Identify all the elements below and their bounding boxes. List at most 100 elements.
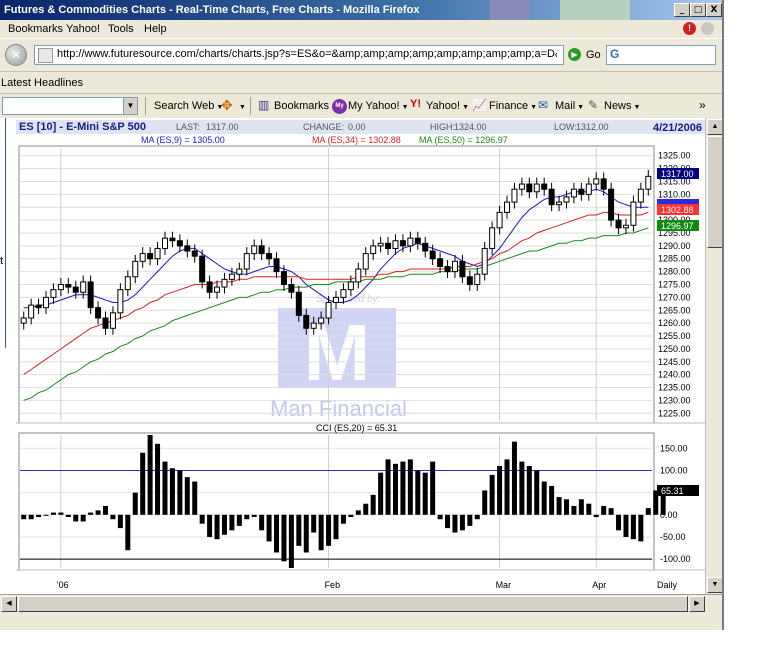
more-chevron-icon[interactable]: »	[699, 98, 706, 112]
cci-tick-label: 150.00	[660, 443, 688, 453]
chevron-down-icon[interactable]: ▼	[123, 97, 138, 115]
scroll-down-icon[interactable]: ▼	[707, 577, 723, 593]
candle-body	[191, 250, 198, 257]
close-button[interactable]: X	[706, 3, 722, 17]
cci-bar	[214, 514, 220, 540]
yahoo-button[interactable]: Yahoo! ▼	[426, 100, 469, 112]
my-yahoo-label: My Yahoo!	[348, 100, 400, 112]
price-tick-label: 1235.00	[658, 383, 691, 393]
cci-title: CCI (ES,20) = 65.31	[316, 423, 397, 433]
cci-bar	[392, 463, 398, 515]
yahoo-search-input[interactable]	[2, 97, 124, 115]
cci-bar	[21, 514, 27, 520]
cci-bar	[259, 514, 265, 531]
price-chart[interactable]: ES [10] - E-Mini S&P 500 LAST: 1317.00 C…	[16, 118, 705, 594]
menu-help[interactable]: Help	[144, 23, 167, 35]
search-engine-icon[interactable]: G	[610, 47, 622, 61]
scroll-up-icon[interactable]: ▲	[707, 119, 723, 135]
cci-bar	[630, 514, 636, 540]
ma9-legend: MA (ES,9) = 1305.00	[141, 135, 225, 145]
ma34-badge-text: 1302.88	[661, 205, 694, 215]
my-yahoo-button[interactable]: My Yahoo! ▼	[348, 100, 409, 112]
window-edge	[722, 0, 724, 630]
date-tick-label: Mar	[496, 580, 512, 590]
cci-bar	[623, 514, 629, 537]
horizontal-scrollbar[interactable]: ◀ ▶	[0, 594, 722, 630]
bookmarks-icon: ▥	[258, 98, 270, 112]
cci-bar	[482, 490, 488, 515]
scroll-h-thumb[interactable]	[18, 596, 688, 612]
candle-body	[370, 245, 377, 255]
yahoo-label: Yahoo!	[426, 100, 461, 112]
minimize-button[interactable]: _	[674, 3, 690, 17]
scroll-thumb[interactable]	[707, 136, 723, 248]
cci-bar	[288, 514, 294, 568]
cci-bar	[445, 514, 451, 529]
cci-bar	[430, 461, 436, 515]
scroll-right-icon[interactable]: ▶	[689, 596, 705, 612]
news-button[interactable]: News ▼	[604, 100, 640, 112]
cci-bar	[296, 514, 302, 546]
finance-button[interactable]: Finance ▼	[489, 100, 537, 112]
cci-bar	[489, 474, 495, 515]
candle-body	[184, 245, 191, 252]
highlight-icon[interactable]: ✥	[221, 97, 233, 114]
menu-tools[interactable]: Tools	[108, 23, 134, 35]
stop-icon[interactable]: ✕	[5, 44, 27, 66]
navigation-toolbar: ✕ http://www.futuresource.com/charts/cha…	[0, 38, 722, 71]
candle-body	[518, 183, 525, 190]
cci-bar	[303, 514, 309, 553]
candle-body	[385, 242, 392, 249]
cci-bar	[578, 499, 584, 515]
change-value: 0.00	[348, 122, 366, 132]
vertical-scrollbar[interactable]: ▲ ▼	[705, 118, 723, 594]
candle-body	[451, 260, 458, 273]
url-bar[interactable]: http://www.futuresource.com/charts/chart…	[34, 45, 564, 65]
yahoo-bookmarks-button[interactable]: Bookmarks▼	[274, 100, 338, 112]
search-web-button[interactable]: Search Web ▼	[154, 100, 223, 112]
alert-icon[interactable]: !	[683, 22, 696, 35]
title-bar: Futures & Commodities Charts - Real-Time…	[0, 0, 722, 20]
search-input[interactable]: G	[606, 45, 716, 65]
price-tick-label: 1260.00	[658, 318, 691, 328]
candle-body	[35, 304, 42, 309]
cci-bar	[73, 514, 79, 522]
price-tick-label: 1290.00	[658, 241, 691, 251]
maximize-button[interactable]: □	[690, 3, 706, 17]
cci-bar	[534, 470, 540, 515]
candle-body	[20, 317, 27, 324]
cci-bar	[422, 472, 428, 515]
cci-bar	[162, 461, 168, 515]
chevron-down-icon: ▼	[401, 104, 409, 111]
menu-bookmarks[interactable]: Bookmarks	[8, 23, 63, 35]
go-button[interactable]: Go	[586, 49, 601, 61]
date-tick-label: Apr	[592, 580, 606, 590]
chevron-down-icon: ▼	[462, 104, 469, 111]
cci-bar	[266, 514, 272, 542]
menu-yahoo[interactable]: Yahoo!	[66, 23, 100, 35]
mail-button[interactable]: Mail ▼	[555, 100, 584, 112]
cci-badge: 65.31	[657, 485, 699, 496]
cci-bar	[400, 461, 406, 515]
cci-bar	[645, 508, 651, 515]
cci-bar	[437, 514, 443, 520]
cci-bar	[348, 514, 354, 518]
latest-headlines-link[interactable]: Latest Headlines	[1, 77, 83, 89]
price-tick-label: 1240.00	[658, 370, 691, 380]
candle-body	[318, 317, 325, 324]
scroll-left-icon[interactable]: ◀	[1, 596, 17, 612]
candle-body	[392, 240, 399, 249]
candle-body	[333, 296, 339, 304]
candle-body	[414, 237, 421, 244]
url-text[interactable]: http://www.futuresource.com/charts/chart…	[57, 48, 557, 60]
candle-body	[310, 322, 317, 329]
candle-body	[266, 253, 273, 260]
cci-tick-label: 100.00	[660, 465, 688, 475]
chevron-down-icon[interactable]: ▼	[237, 100, 246, 112]
go-arrow-icon[interactable]: ▶	[568, 48, 581, 61]
price-tick-label: 1250.00	[658, 344, 691, 354]
candle-body	[578, 188, 585, 195]
cci-bar	[58, 512, 64, 515]
candle-body	[43, 296, 50, 309]
candle-body	[147, 253, 154, 260]
